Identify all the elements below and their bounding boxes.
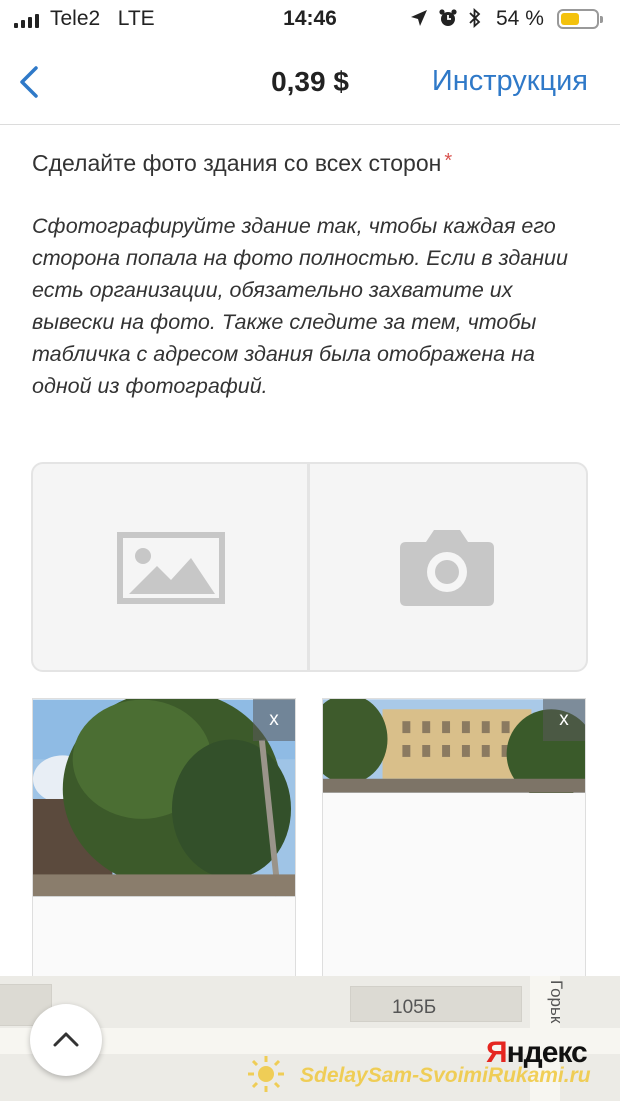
expand-map-button[interactable] xyxy=(30,1004,102,1076)
sun-watermark-icon xyxy=(248,1056,284,1092)
status-bar: Tele2 LTE 14:46 54 % xyxy=(0,0,620,42)
task-description: Сфотографируйте здание так, чтобы каждая… xyxy=(32,214,568,398)
remove-photo-button[interactable]: x xyxy=(543,699,585,741)
chevron-up-icon xyxy=(53,1032,79,1047)
bluetooth-icon xyxy=(469,8,481,28)
required-mark: * xyxy=(444,150,453,172)
photo-thumbnail[interactable]: x xyxy=(322,698,586,988)
alarm-icon xyxy=(439,9,457,26)
task-heading-text: Сделайте фото здания со всех сторон xyxy=(32,150,442,176)
photo-upload-area xyxy=(31,462,588,672)
camera-button[interactable] xyxy=(307,464,586,670)
camera-icon xyxy=(400,530,494,606)
gallery-upload-button[interactable] xyxy=(33,464,309,670)
battery-icon xyxy=(557,9,603,29)
remove-photo-button[interactable]: x xyxy=(253,699,295,741)
map-house-number: 105Б xyxy=(392,997,437,1018)
battery-percentage: 54 % xyxy=(496,7,544,30)
photo-thumbnail[interactable]: x xyxy=(32,698,296,988)
image-gallery-icon xyxy=(117,532,225,604)
navigation-bar: 0,39 $ Инструкция xyxy=(0,42,620,125)
map-street-label: Горьк xyxy=(547,980,566,1024)
status-icons xyxy=(410,8,482,28)
instruction-link[interactable]: Инструкция xyxy=(432,65,588,98)
site-watermark: SdelaySam-SvoimiRukami.ru xyxy=(300,1064,591,1087)
task-heading: Сделайте фото здания со всех сторон * xyxy=(32,150,452,177)
location-arrow-icon xyxy=(411,10,427,26)
